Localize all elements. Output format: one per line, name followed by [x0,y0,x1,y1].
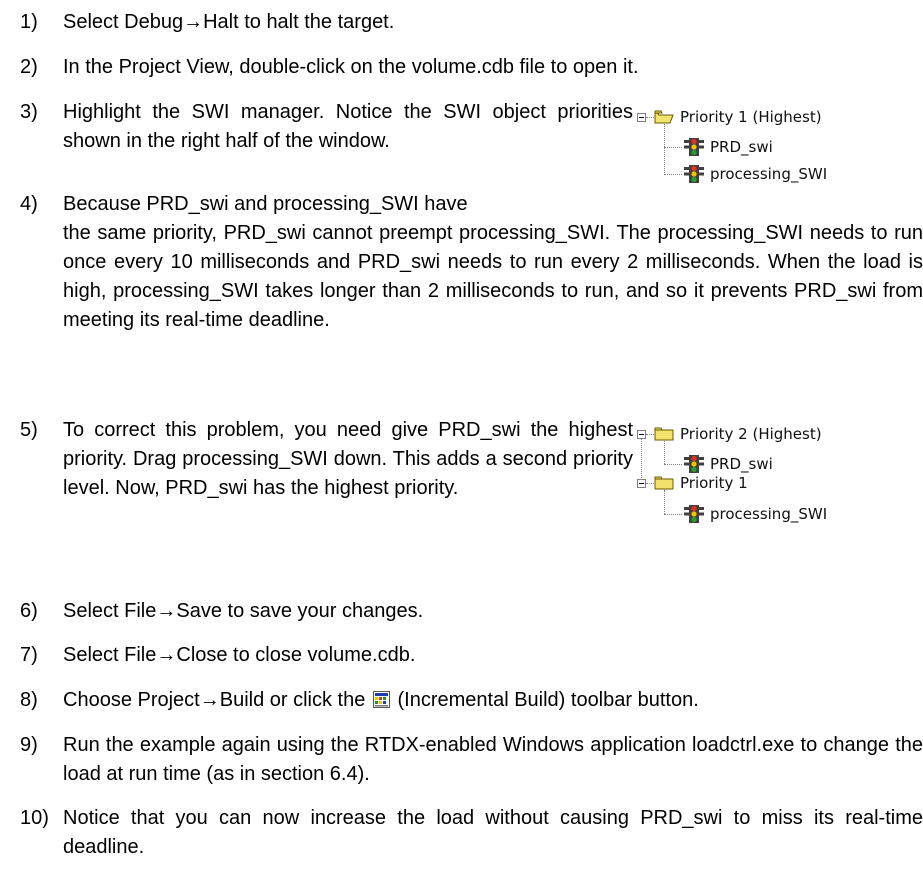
folder-open-icon [654,110,674,124]
swi-traffic-light-icon [684,165,704,183]
tree-item-label[interactable]: PRD_swi [710,137,773,157]
tree-folder-label[interactable]: Priority 2 (Highest) [680,424,822,444]
swi-priority-tree-1: Priority 1 (Highest) PRD_swi processing_… [635,107,915,187]
folder-icon [654,427,674,441]
step-number: 6) [20,600,38,622]
collapse-toggle-icon[interactable] [637,430,646,439]
step-number: 5) [20,419,38,441]
tree-item-label[interactable]: processing_SWI [710,164,827,184]
step-number: 2) [20,56,38,78]
step-text: Select File→Close to close volume.cdb. [63,644,416,666]
step-text: Run the example again using the RTDX-ena… [63,734,923,785]
step-text: Highlight the SWI manager. Notice the SW… [63,101,633,152]
step-number: 4) [20,193,38,215]
step-text-before: Choose Project→Build or click the [63,689,366,711]
collapse-toggle-icon[interactable] [637,479,646,488]
step-text: Because PRD_swi and processing_SWI have … [63,190,923,335]
step-text: To correct this problem, you need give P… [63,419,633,499]
step-text-continued: the same priority, PRD_swi cannot preemp… [63,222,923,331]
swi-traffic-light-icon [684,138,704,156]
step-number: 1) [20,11,38,33]
step-text: Choose Project→Build or click the (Incre… [63,686,699,715]
step-text: Select File→Save to save your changes. [63,600,424,622]
tree-item-label[interactable]: PRD_swi [710,454,773,474]
swi-priority-tree-2: Priority 2 (Highest) PRD_swi Priority 1 … [635,424,915,554]
incremental-build-icon [372,691,390,708]
step-text: In the Project View, double-click on the… [63,56,639,78]
step-number: 9) [20,734,38,756]
swi-traffic-light-icon [684,505,704,523]
step-number: 8) [20,689,38,711]
step-number: 3) [20,101,38,123]
step-number: 7) [20,644,38,666]
tree-folder-label[interactable]: Priority 1 [680,473,748,493]
collapse-toggle-icon[interactable] [637,113,646,122]
tree-item-label[interactable]: processing_SWI [710,504,827,524]
step-text: Select Debug→Halt to halt the target. [63,11,395,33]
swi-traffic-light-icon [684,455,704,473]
step-number: 10) [20,807,49,829]
step-text-after: (Incremental Build) toolbar button. [397,689,699,711]
step-text-line: Because PRD_swi and processing_SWI have [63,193,468,215]
step-text: Notice that you can now increase the loa… [63,807,923,858]
tree-folder-label[interactable]: Priority 1 (Highest) [680,107,822,127]
folder-icon [654,476,674,490]
